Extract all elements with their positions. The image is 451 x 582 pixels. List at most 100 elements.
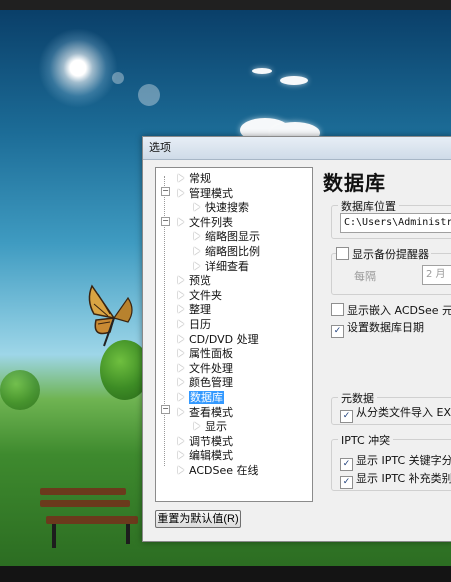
checkbox-box[interactable]	[331, 303, 344, 316]
tree-item-label: 查看模式	[189, 405, 233, 419]
tree-item[interactable]: 数据库	[178, 390, 224, 405]
database-date-checkbox[interactable]: ✓ 设置数据库日期	[331, 321, 424, 338]
interval-label: 每隔	[354, 270, 376, 283]
triangle-icon	[178, 451, 184, 460]
triangle-icon	[194, 232, 200, 241]
tree-item[interactable]: 整理	[178, 302, 211, 317]
backup-reminder-label: 显示备份提醒器	[352, 248, 429, 261]
tree-item[interactable]: 缩略图比例	[194, 244, 260, 259]
checkbox-box[interactable]: ✓	[340, 458, 353, 471]
tree-item[interactable]: 快速搜索	[194, 200, 249, 215]
cloud	[280, 76, 308, 85]
tree-item[interactable]: 日历	[178, 317, 211, 332]
lens-flare	[112, 72, 124, 84]
bench-back	[40, 488, 126, 495]
tree-item-label: 属性面板	[189, 347, 233, 361]
tree	[0, 370, 40, 410]
options-tree[interactable]: − − − 常规 管理模式 快速搜索 文件列表 缩略图显示 缩略图比例 详细查看 预览 文件夹整…	[155, 167, 313, 502]
triangle-icon	[194, 247, 200, 255]
tree-item-label: 缩略图显示	[205, 230, 260, 244]
triangle-icon	[178, 276, 184, 285]
tree-item-label: 文件处理	[189, 361, 233, 375]
tree-item[interactable]: 显示	[194, 419, 227, 434]
tree-item-label: 详细查看	[205, 259, 249, 273]
tree-item-label: 数据库	[189, 391, 224, 404]
triangle-icon	[178, 290, 184, 299]
tree-item-label: CD/DVD 处理	[189, 332, 259, 346]
backup-group: 显示备份提醒器 每隔 2 月	[331, 247, 451, 295]
tree-item-label: 整理	[189, 303, 211, 317]
tree-item-label: 常规	[189, 172, 211, 185]
triangle-icon	[178, 393, 184, 401]
iptc-keywords-checkbox[interactable]: ✓ 显示 IPTC 关键字分	[340, 454, 451, 471]
cloud	[252, 68, 272, 74]
tree-item-label: 颜色管理	[189, 376, 233, 390]
triangle-icon	[178, 217, 184, 226]
triangle-icon	[178, 188, 184, 197]
collapse-toggle[interactable]: −	[161, 187, 170, 196]
metadata-group: 元数据 ✓ 从分类文件导入 EXI	[331, 390, 451, 425]
tree-item[interactable]: CD/DVD 处理	[178, 332, 259, 347]
embed-metadata-checkbox[interactable]: 显示嵌入 ACDSee 元数	[331, 303, 451, 317]
tree-item[interactable]: 文件处理	[178, 361, 233, 376]
iptc-category-checkbox[interactable]: ✓ 显示 IPTC 补充类别	[340, 472, 451, 489]
metadata-group-title: 元数据	[338, 390, 377, 406]
tree-item[interactable]: 查看模式	[178, 405, 233, 420]
checkbox-box[interactable]	[336, 247, 349, 260]
triangle-icon	[194, 422, 200, 431]
iptc-category-label: 显示 IPTC 补充类别	[356, 472, 451, 485]
tree-item-label: 文件列表	[189, 215, 233, 229]
tree-item[interactable]: 文件夹	[178, 288, 222, 303]
tree-item-label: 缩略图比例	[205, 245, 260, 258]
triangle-icon	[178, 334, 184, 343]
top-bar	[0, 0, 451, 10]
tree-item-label: 快速搜索	[205, 201, 249, 215]
butterfly-image	[88, 284, 133, 347]
tree-item-label: 管理模式	[189, 186, 233, 200]
tree-item-label: 编辑模式	[189, 449, 233, 463]
database-date-label: 设置数据库日期	[347, 321, 424, 334]
tree-item-label: 调节模式	[189, 434, 233, 448]
bench-leg	[126, 524, 130, 544]
interval-select[interactable]: 2 月	[422, 265, 451, 285]
tree-item[interactable]: 缩略图显示	[194, 229, 260, 244]
checkbox-box[interactable]: ✓	[340, 476, 353, 489]
triangle-icon	[178, 305, 184, 314]
import-exif-label: 从分类文件导入 EXI	[356, 406, 451, 419]
page-title: 数据库	[323, 171, 386, 195]
location-group: 数据库位置 C:\Users\Administrat	[331, 198, 451, 239]
collapse-toggle[interactable]: −	[161, 217, 170, 226]
backup-reminder-checkbox[interactable]: 显示备份提醒器	[336, 247, 431, 261]
tree-item[interactable]: 常规	[178, 171, 211, 186]
iptc-group-title: IPTC 冲突	[338, 432, 394, 448]
tree-item[interactable]: 调节模式	[178, 434, 233, 449]
tree-item[interactable]: 管理模式	[178, 186, 233, 201]
checkbox-box[interactable]: ✓	[331, 325, 344, 338]
collapse-toggle[interactable]: −	[161, 405, 170, 414]
triangle-icon	[178, 320, 184, 328]
tree-item[interactable]: 详细查看	[194, 259, 249, 274]
tree-item-label: 日历	[189, 318, 211, 331]
tree-item[interactable]: 文件列表	[178, 215, 233, 230]
import-exif-checkbox[interactable]: ✓ 从分类文件导入 EXI	[340, 406, 451, 423]
tree-item[interactable]: 属性面板	[178, 346, 233, 361]
reset-defaults-button[interactable]: 重置为默认值(R)	[155, 510, 241, 528]
triangle-icon	[194, 261, 200, 270]
tree-item[interactable]: 颜色管理	[178, 375, 233, 390]
tree-item[interactable]: 预览	[178, 273, 211, 288]
tree-item-label: 预览	[189, 274, 211, 288]
tree-item[interactable]: ACDSee 在线	[178, 463, 259, 478]
bench-leg	[52, 524, 56, 548]
triangle-icon	[178, 436, 184, 445]
bench-back	[40, 500, 130, 507]
database-path-field[interactable]: C:\Users\Administrat	[340, 213, 451, 233]
tree-item[interactable]: 编辑模式	[178, 448, 233, 463]
triangle-icon	[178, 174, 184, 182]
location-group-title: 数据库位置	[338, 198, 399, 214]
embed-metadata-label: 显示嵌入 ACDSee 元数	[347, 304, 451, 317]
sun-glow	[38, 28, 118, 108]
iptc-group: IPTC 冲突 ✓ 显示 IPTC 关键字分 ✓ 显示 IPTC 补充类别	[331, 432, 451, 491]
options-dialog: 选项 − − − 常规 管理模式 快速搜索 文件列表 缩略图显示 缩略图比例 详细查看 预览文…	[142, 136, 451, 542]
checkbox-box[interactable]: ✓	[340, 410, 353, 423]
lens-flare	[138, 84, 160, 106]
